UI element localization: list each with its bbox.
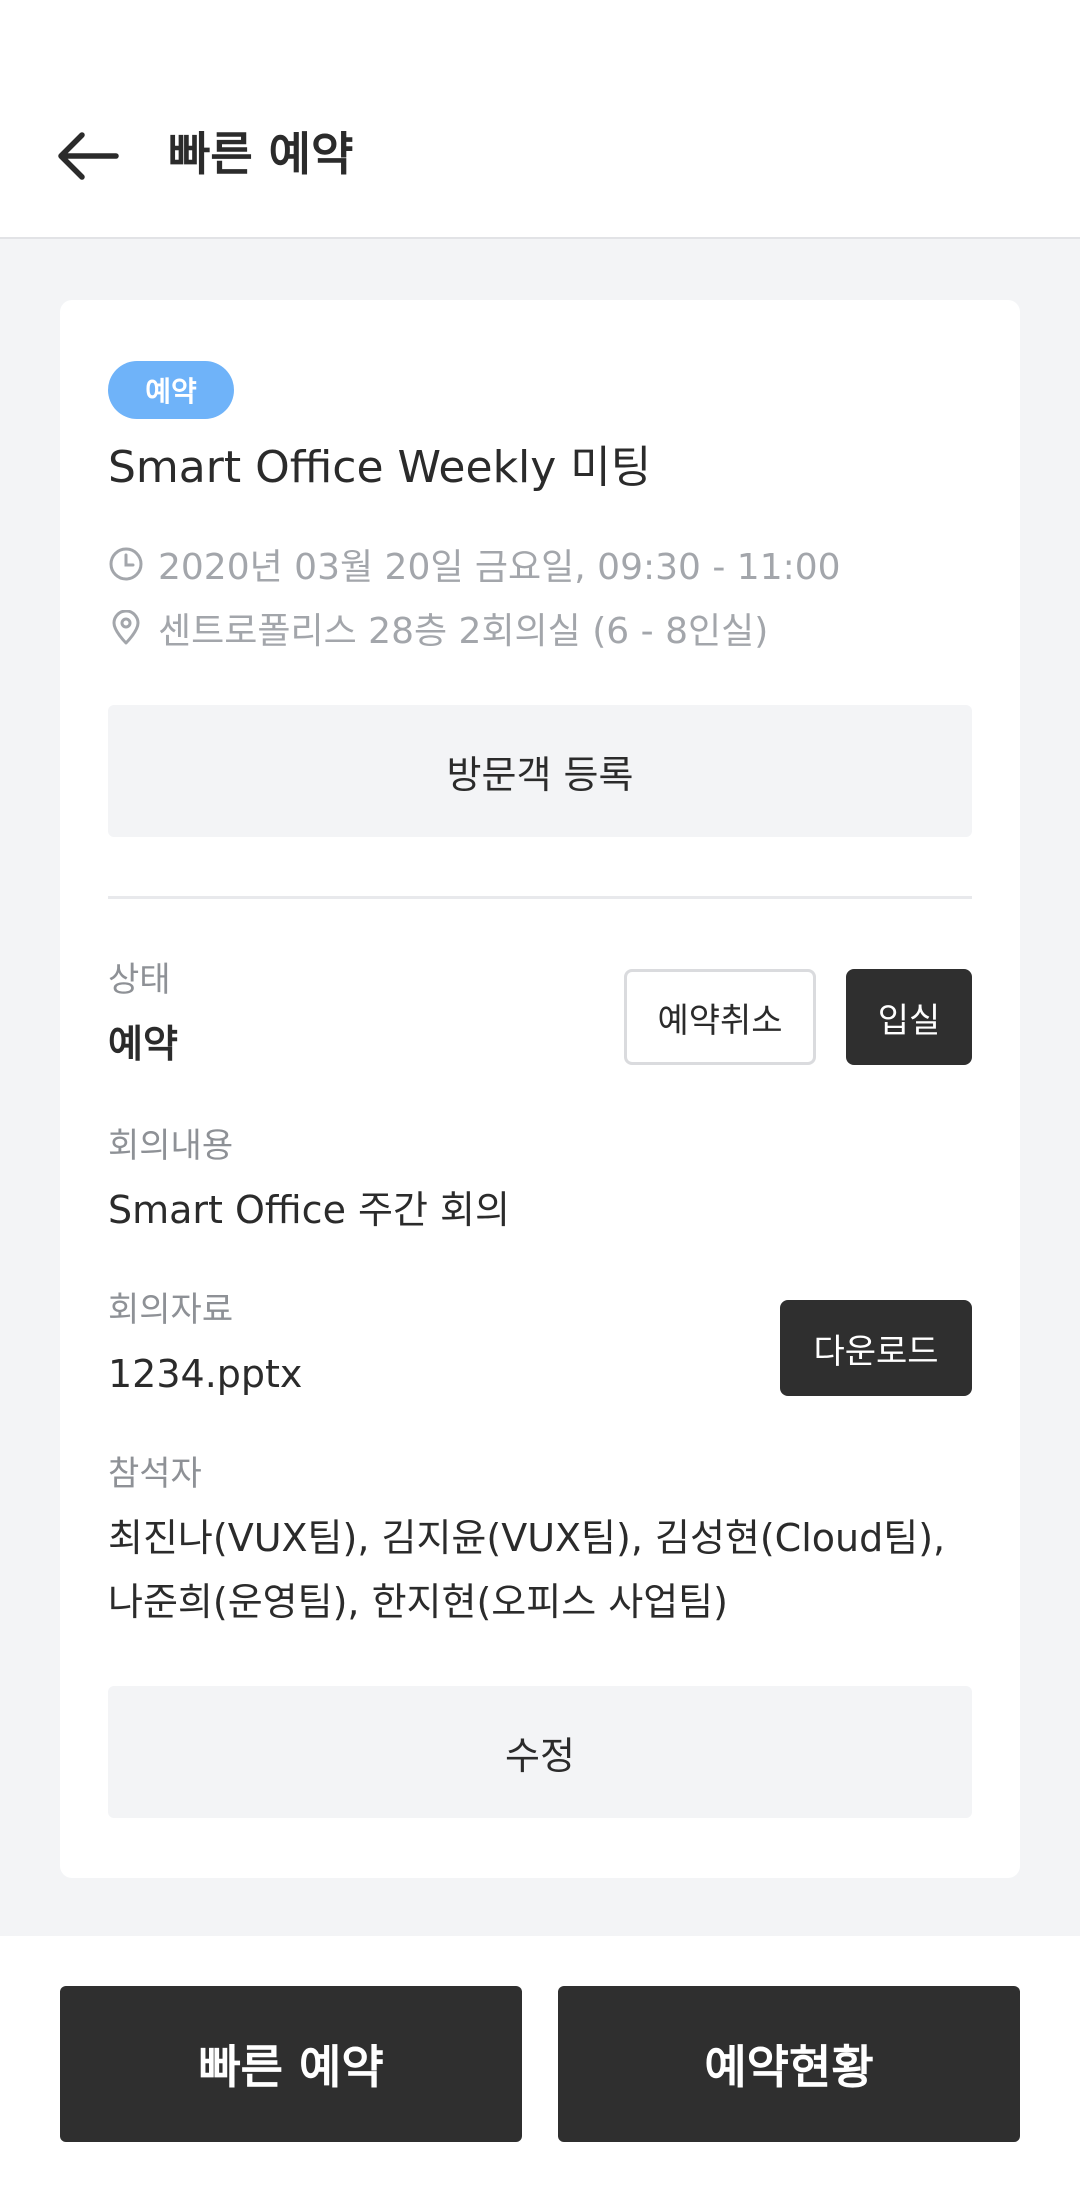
- arrow-left-icon: [58, 132, 119, 180]
- status-value: 예약: [108, 1022, 178, 1066]
- meeting-time: 2020년 03월 20일 금요일, 09:30 - 11:00: [158, 547, 841, 588]
- page-title: 빠른 예약: [168, 127, 354, 181]
- attendees-label: 참석자: [108, 1454, 202, 1494]
- check-in-button[interactable]: 입실: [846, 969, 972, 1065]
- divider: [108, 896, 972, 899]
- meeting-title: Smart Office Weekly 미팅: [108, 442, 652, 493]
- status-badge: 예약: [108, 361, 234, 419]
- meeting-time-row: 2020년 03월 20일 금요일, 09:30 - 11:00: [108, 538, 841, 590]
- quick-reserve-button[interactable]: 빠른 예약: [60, 1986, 522, 2142]
- cancel-reservation-button[interactable]: 예약취소: [624, 969, 816, 1065]
- back-button[interactable]: [50, 118, 126, 194]
- meeting-file-label: 회의자료: [108, 1290, 234, 1330]
- meeting-location: 센트로폴리스 28층 2회의실 (6 - 8인실): [158, 611, 769, 652]
- location-pin-icon: [108, 610, 144, 646]
- reservation-status-button[interactable]: 예약현황: [558, 1986, 1020, 2142]
- download-button[interactable]: 다운로드: [780, 1300, 972, 1396]
- bottom-bar: 빠른 예약 예약현황: [0, 1936, 1080, 2190]
- register-visitor-button[interactable]: 방문객 등록: [108, 705, 972, 837]
- app-header: 빠른 예약: [0, 0, 1080, 239]
- reservation-card: 예약 Smart Office Weekly 미팅 2020년 03월 20일 …: [60, 300, 1020, 1878]
- attendees-value: 최진나(VUX팀), 김지윤(VUX팀), 김성현(Cloud팀), 나준희(운…: [108, 1516, 946, 1624]
- meeting-file-value: 1234.pptx: [108, 1352, 303, 1396]
- edit-button[interactable]: 수정: [108, 1686, 972, 1818]
- meeting-location-row: 센트로폴리스 28층 2회의실 (6 - 8인실): [108, 602, 768, 654]
- clock-icon: [108, 546, 144, 582]
- status-label: 상태: [108, 960, 171, 1000]
- meeting-content-value: Smart Office 주간 회의: [108, 1188, 510, 1232]
- meeting-content-label: 회의내용: [108, 1126, 234, 1166]
